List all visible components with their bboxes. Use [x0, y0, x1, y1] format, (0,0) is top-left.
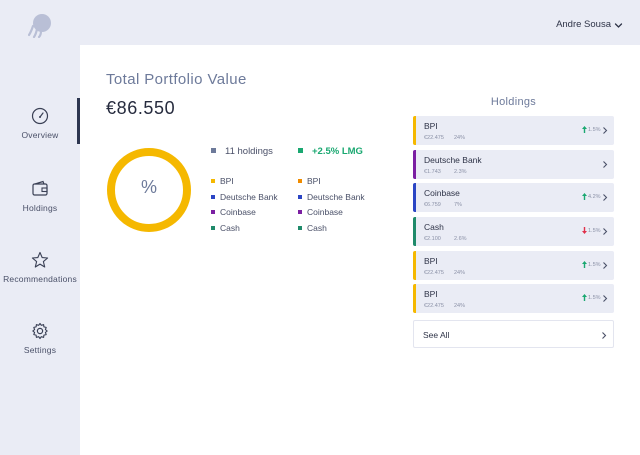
legend-swatch [211, 194, 215, 199]
trend-up-icon [582, 261, 587, 268]
chevron-right-icon [603, 161, 608, 168]
user-name[interactable]: Andre Sousa [556, 19, 611, 30]
portfolio-change: +2.5% LMG [298, 146, 363, 157]
holding-name: Coinbase [424, 188, 460, 198]
holding-change: 4.2% [588, 194, 601, 200]
holdings-count: 11 holdings [211, 146, 273, 157]
sidebar-item-overview[interactable]: Overview [0, 107, 80, 147]
legend-swatch [298, 194, 302, 199]
holding-share: 24% [454, 135, 466, 141]
portfolio-value: €86.550 [106, 98, 176, 118]
chevron-right-icon [603, 228, 608, 235]
sidebar: Overview Holdings Recommendations Settin… [0, 0, 80, 455]
trend-up-icon [582, 126, 587, 133]
legend-item: Deutsche Bank [211, 192, 278, 208]
chevron-right-icon [603, 295, 608, 302]
holding-name: Deutsche Bank [424, 155, 482, 165]
legend-swatch [298, 179, 302, 183]
legend-swatch [211, 179, 215, 183]
holding-card-bpi[interactable]: BPI €22.475 24% 1.5% [413, 116, 614, 145]
legend-label: BPI [307, 176, 321, 186]
holding-share: 24% [454, 303, 466, 309]
holding-change: 1.5% [588, 295, 601, 301]
holding-amount: €22.475 [424, 270, 444, 276]
active-nav-indicator [77, 98, 80, 144]
sidebar-item-settings[interactable]: Settings [0, 322, 80, 362]
legend-item: Coinbase [211, 207, 278, 223]
legend-swatch [211, 225, 215, 230]
holding-card-bpi[interactable]: BPI €22.475 24% 1.5% [413, 251, 614, 280]
legend-item: Coinbase [298, 207, 365, 223]
legend-label: Deutsche Bank [220, 191, 278, 202]
legend-item: BPI [211, 176, 278, 192]
sidebar-item-recommendations[interactable]: Recommendations [0, 251, 80, 291]
holding-share: 2.3% [454, 169, 467, 175]
holding-name: Cash [424, 222, 444, 232]
legend-swatch [298, 225, 302, 230]
holdings-count-text: 11 holdings [225, 146, 273, 157]
holding-amount: €22.475 [424, 135, 444, 141]
legend-label: Coinbase [307, 207, 343, 217]
legend-item: Cash [211, 223, 278, 239]
sidebar-item-label: Overview [21, 130, 59, 140]
holding-share: 24% [454, 270, 466, 276]
legend-item: BPI [298, 176, 365, 192]
legend-label: Deutsche Bank [307, 191, 365, 202]
holding-amount: €6.759 [424, 202, 441, 208]
holding-amount: €22.475 [424, 303, 444, 309]
holding-card-cash[interactable]: Cash €2.100 2.6% 1.5% [413, 217, 614, 246]
holding-amount: €1.743 [424, 169, 441, 175]
trend-up-icon [582, 294, 587, 301]
page-title: Total Portfolio Value [106, 71, 247, 88]
holding-share: 7% [454, 202, 462, 208]
chevron-right-icon [603, 262, 608, 269]
holding-change: 1.5% [588, 262, 601, 268]
holding-name: BPI [424, 121, 438, 131]
sidebar-item-label: Holdings [22, 203, 58, 213]
holding-card-deutsche-bank[interactable]: Deutsche Bank €1.743 2.3% [413, 150, 614, 179]
holding-change: 1.5% [588, 228, 601, 234]
donut-center-label: % [140, 177, 157, 197]
holding-share: 2.6% [454, 236, 467, 242]
legend-item: Deutsche Bank [298, 192, 365, 208]
portfolio-change-marker [298, 148, 303, 153]
legend-swatch [211, 210, 215, 214]
legend-label: BPI [220, 176, 234, 186]
legend-right: BPI Deutsche Bank Coinbase Cash [298, 176, 365, 238]
legend-label: Cash [220, 222, 240, 233]
portfolio-change-text: +2.5% LMG [312, 146, 363, 157]
jellyfish-logo-icon[interactable] [28, 12, 54, 38]
top-bar: Andre Sousa [80, 0, 640, 45]
gear-icon [32, 322, 48, 340]
trend-down-icon [582, 227, 587, 234]
holding-name: BPI [424, 289, 438, 299]
chevron-right-icon [603, 127, 608, 134]
holding-name: BPI [424, 256, 438, 266]
legend-label: Coinbase [220, 207, 256, 217]
sidebar-item-label: Settings [23, 345, 57, 355]
speedometer-icon [31, 107, 49, 125]
sidebar-item-holdings[interactable]: Holdings [0, 180, 80, 220]
chevron-down-icon[interactable] [614, 21, 623, 30]
trend-up-icon [582, 193, 587, 200]
legend-left: BPI Deutsche Bank Coinbase Cash [211, 176, 278, 238]
wallet-icon [32, 180, 48, 196]
sidebar-item-label: Recommendations [3, 274, 77, 284]
holding-card-bpi[interactable]: BPI €22.475 24% 1.5% [413, 284, 614, 313]
chevron-right-icon [602, 332, 607, 339]
see-all-label: See All [423, 330, 450, 340]
legend-item: Cash [298, 223, 365, 239]
holding-card-coinbase[interactable]: Coinbase €6.759 7% 4.2% [413, 183, 614, 212]
see-all-button[interactable]: See All [413, 320, 614, 348]
legend-swatch [298, 210, 302, 214]
holdings-count-marker [211, 148, 216, 153]
holdings-heading: Holdings [490, 96, 537, 108]
holding-change: 1.5% [588, 127, 601, 133]
holding-amount: €2.100 [424, 236, 441, 242]
chevron-right-icon [603, 194, 608, 201]
legend-label: Cash [307, 222, 327, 233]
star-icon [31, 251, 49, 268]
